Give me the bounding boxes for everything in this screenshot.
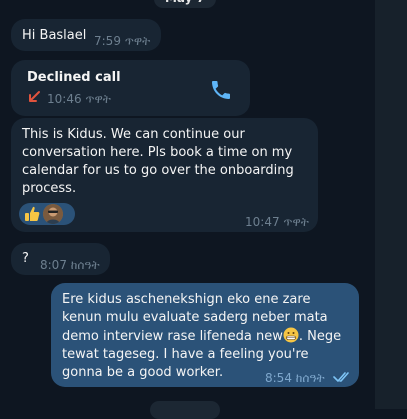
message-time: 8:07 ከሰዓት [40, 258, 100, 272]
message-incoming[interactable]: Hi Baslael 7:59 ጥዋት [11, 19, 161, 51]
message-text: ? [22, 251, 29, 266]
message-text: Hi Baslael [22, 28, 87, 43]
grimacing-face-emoji-icon [283, 327, 299, 343]
chat-history[interactable]: May 7 Hi Baslael 7:59 ጥዋት Declined call … [0, 0, 375, 419]
read-checkmarks-icon [333, 372, 349, 382]
date-separator: May 7 [154, 0, 216, 8]
phone-icon[interactable] [209, 78, 233, 102]
side-panel [375, 0, 407, 409]
reactions-bar[interactable] [19, 203, 75, 225]
call-message[interactable]: Declined call 10:46 ጥዋት [11, 60, 250, 116]
message-time: 10:46 ጥዋት [47, 92, 111, 106]
missed-call-arrow-icon [29, 91, 40, 102]
message-incoming[interactable]: ? 8:07 ከሰዓት [11, 243, 110, 275]
reactor-avatar [43, 204, 63, 224]
message-time: 10:47 ጥዋት [245, 215, 309, 229]
message-incoming[interactable]: This is Kidus. We can continue our conve… [11, 118, 318, 232]
thumbs-up-icon [25, 206, 40, 221]
message-time: 7:59 ጥዋት [94, 34, 151, 48]
message-outgoing[interactable]: Ere kidus aschenekshign eko ene zare ken… [51, 283, 359, 387]
call-title: Declined call [27, 70, 121, 85]
date-separator-bottom [150, 401, 220, 419]
message-text: This is Kidus. We can continue our conve… [22, 127, 294, 196]
message-time: 8:54 ከሰዓት [265, 371, 325, 385]
